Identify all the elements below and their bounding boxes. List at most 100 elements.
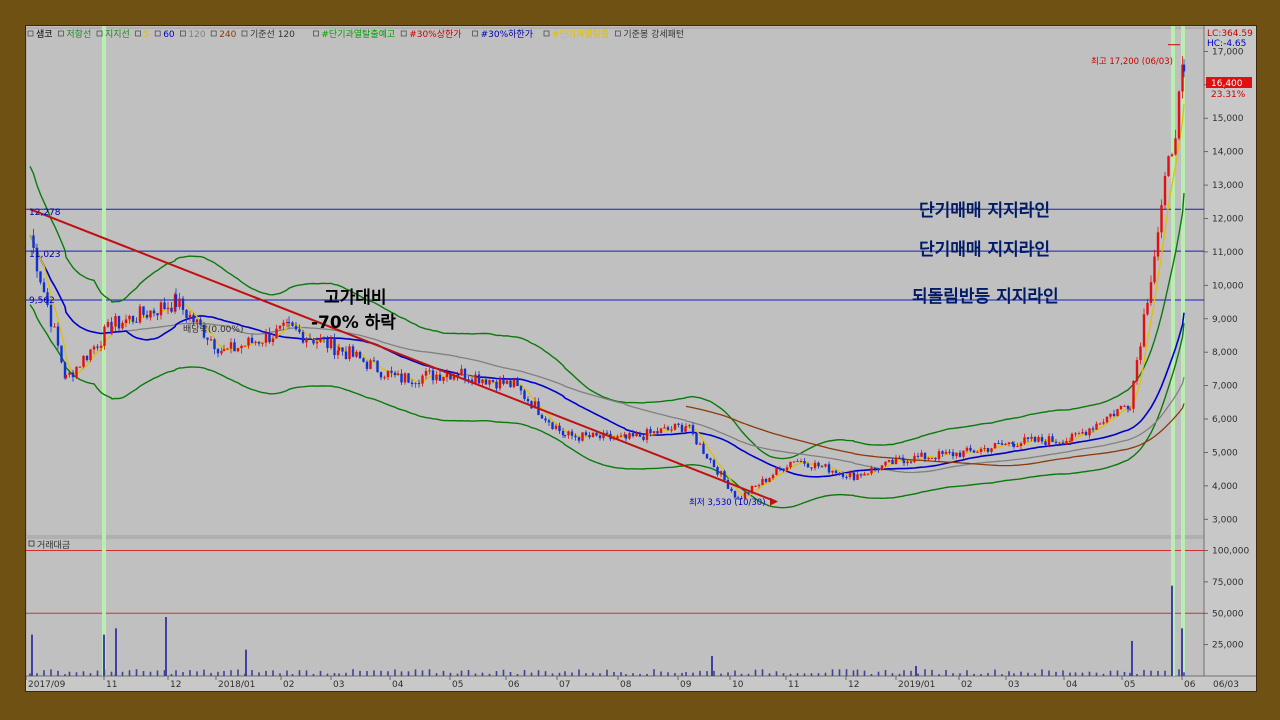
candle-body[interactable] [913,455,916,462]
candle-body[interactable] [152,310,156,314]
volume-bar[interactable] [884,670,887,676]
candle-body[interactable] [666,427,670,430]
volume-bar[interactable] [1041,669,1043,676]
candle-body[interactable] [859,474,863,476]
candle-body[interactable] [240,345,243,349]
volume-bar[interactable] [945,669,947,676]
candle-body[interactable] [121,323,124,329]
candle-body[interactable] [498,378,502,389]
volume-bar[interactable] [903,670,905,676]
candle-body[interactable] [642,436,645,440]
candle-body[interactable] [99,345,103,348]
volume-bar[interactable] [1136,674,1138,676]
volume-bar[interactable] [768,673,771,676]
candle-body[interactable] [445,373,449,378]
volume-bar[interactable] [1143,669,1145,676]
candle-body[interactable] [663,427,666,429]
candle-body[interactable] [505,380,509,384]
volume-bar[interactable] [460,670,463,676]
candle-body[interactable] [170,307,173,312]
candle-body[interactable] [512,379,516,388]
candle-body[interactable] [937,451,941,460]
candle-body[interactable] [698,443,702,445]
candle-body[interactable] [89,349,92,360]
candle-body[interactable] [1095,423,1098,430]
candle-body[interactable] [827,464,831,473]
volume-bar[interactable] [251,670,253,676]
candle-body[interactable] [287,322,291,324]
volume-bar[interactable] [189,670,191,676]
volume-bar[interactable] [599,673,601,676]
candle-body[interactable] [523,390,526,400]
candle-body[interactable] [951,452,955,457]
legend-item[interactable]: 샘코 [36,29,53,40]
volume-bar[interactable] [713,670,715,676]
candle-body[interactable] [138,306,142,323]
candle-body[interactable] [39,271,42,283]
candle-body[interactable] [128,315,131,320]
volume-bar[interactable] [1069,672,1071,676]
candle-body[interactable] [421,375,424,384]
candle-body[interactable] [1088,428,1091,436]
candle-body[interactable] [372,360,376,362]
candle-body[interactable] [159,302,163,316]
candle-body[interactable] [1156,232,1160,257]
candle-body[interactable] [806,463,810,468]
candle-body[interactable] [588,435,591,438]
candle-body[interactable] [85,355,89,360]
candle-body[interactable] [403,373,407,383]
candle-body[interactable] [463,368,467,380]
candle-body[interactable] [1023,437,1026,444]
candle-body[interactable] [983,448,986,450]
candle-body[interactable] [831,470,834,473]
candle-body[interactable] [376,360,379,373]
volume-bar[interactable] [237,669,239,676]
candle-body[interactable] [1146,302,1149,315]
volume-bar[interactable] [551,673,554,676]
candle-body[interactable] [598,435,602,439]
candle-body[interactable] [1135,360,1139,382]
volume-bar[interactable] [57,670,59,676]
volume-bar[interactable] [29,673,31,676]
candle-body[interactable] [1074,433,1077,435]
volume-bar[interactable] [660,671,662,676]
volume-spike-bar[interactable] [1181,628,1183,676]
candle-body[interactable] [866,473,870,475]
candle-body[interactable] [322,338,326,340]
candle-body[interactable] [131,315,135,322]
volume-bar[interactable] [775,671,778,676]
candle-body[interactable] [1153,256,1156,283]
candle-body[interactable] [435,374,438,381]
volume-bar[interactable] [747,673,750,676]
candle-body[interactable] [282,322,285,326]
volume-bar[interactable] [564,671,566,676]
volume-bar[interactable] [142,671,145,676]
volume-bar[interactable] [537,670,540,676]
volume-bar[interactable] [509,671,512,676]
candle-body[interactable] [838,472,841,474]
candle-body[interactable] [495,381,498,389]
candle-body[interactable] [1091,428,1095,430]
volume-bar[interactable] [196,671,198,676]
candle-body[interactable] [410,382,414,385]
candle-body[interactable] [877,468,880,471]
price-pane[interactable] [25,27,1205,537]
candle-body[interactable] [948,451,951,453]
volume-bar[interactable] [870,673,873,676]
candle-body[interactable] [400,373,403,383]
candle-body[interactable] [178,298,181,308]
candle-body[interactable] [1033,436,1037,442]
candle-body[interactable] [386,370,390,378]
volume-bar[interactable] [782,673,785,676]
volume-bar[interactable] [421,670,424,676]
candle-body[interactable] [656,431,659,434]
volume-bar[interactable] [96,670,99,676]
volume-bar[interactable] [558,672,561,676]
candle-body[interactable] [206,337,209,340]
volume-bar[interactable] [1008,671,1010,676]
candle-body[interactable] [271,338,275,343]
candle-body[interactable] [355,351,358,357]
volume-spike-bar[interactable] [115,628,117,676]
candle-body[interactable] [941,451,944,454]
volume-bar[interactable] [1027,672,1029,676]
